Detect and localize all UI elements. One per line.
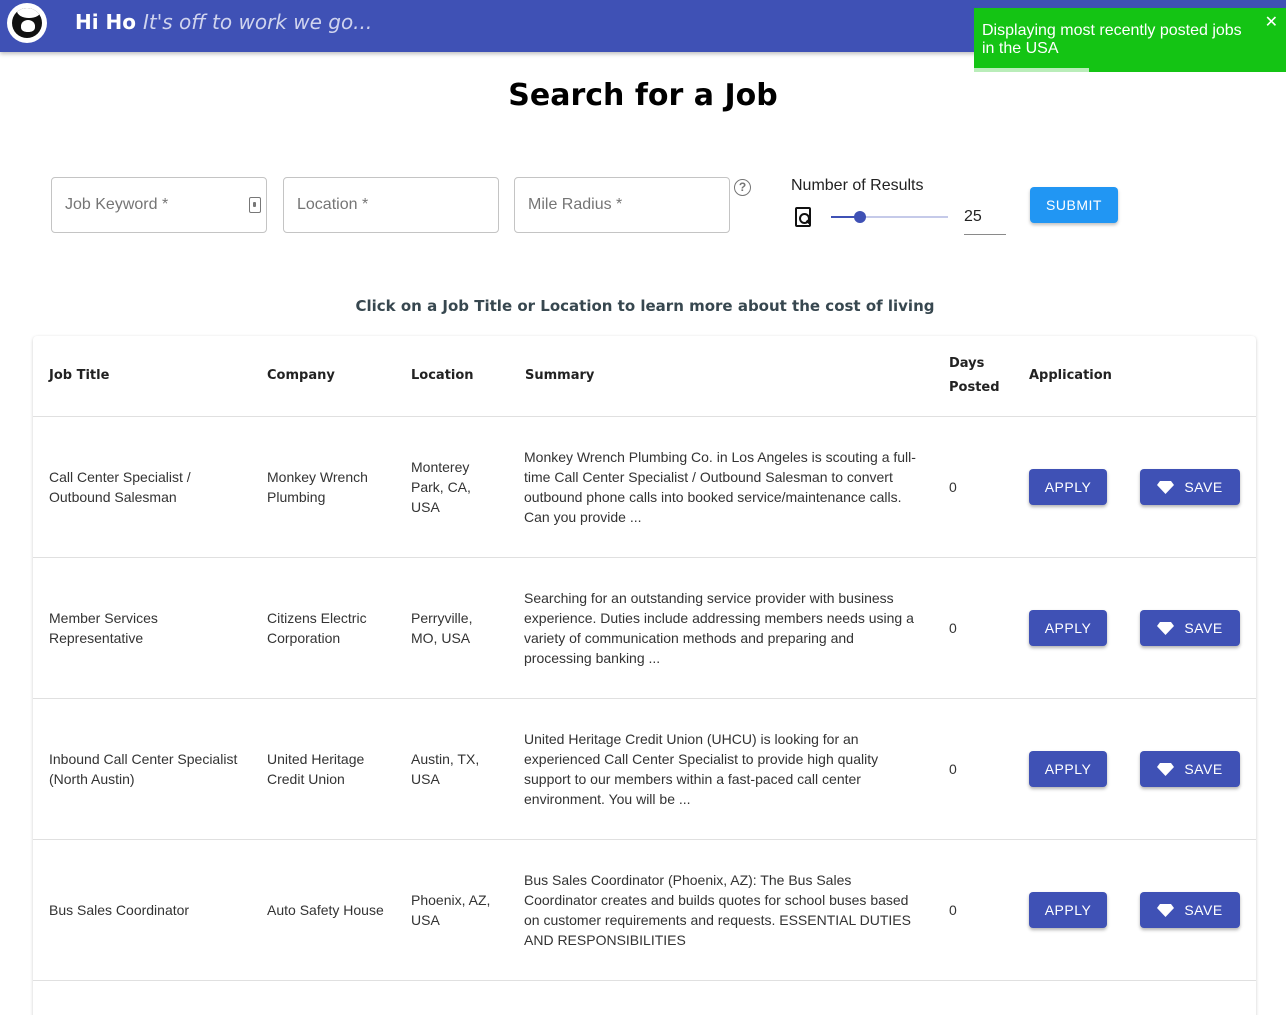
apply-button[interactable]: APPLY <box>1029 469 1107 505</box>
diamond-icon <box>1157 762 1175 776</box>
page-title: Search for a Job <box>508 78 778 113</box>
dwarf-logo-icon[interactable] <box>7 3 47 43</box>
table-row: Call Center Specialist / Outbound Salesm… <box>33 417 1256 558</box>
location-field[interactable] <box>283 177 499 233</box>
days-posted-cell: 0 <box>949 479 957 495</box>
find-in-page-icon <box>795 207 811 227</box>
mile-radius-input[interactable] <box>515 178 729 232</box>
results-slider[interactable] <box>831 211 948 223</box>
save-button[interactable]: SAVE <box>1140 610 1240 646</box>
summary-cell: United Heritage Credit Union (UHCU) is l… <box>524 731 879 807</box>
location-link[interactable]: Phoenix, AZ, USA <box>411 840 496 980</box>
company-cell: Monkey Wrench Plumbing <box>267 469 368 505</box>
days-posted-cell: 0 <box>949 620 957 636</box>
number-of-results-label: Number of Results <box>791 177 924 194</box>
job-title-link[interactable]: Bus Sales Coordinator <box>49 840 239 980</box>
contact-card-icon <box>249 197 261 213</box>
column-header-application: Application <box>1029 368 1112 383</box>
column-header-summary: Summary <box>525 368 595 383</box>
tagline: It's off to work we go... <box>143 10 373 34</box>
jobs-table: Job Title Company Location Summary Days … <box>33 336 1256 1015</box>
company-cell: Citizens Electric Corporation <box>267 610 367 646</box>
toast-message: Displaying most recently posted jobs in … <box>982 22 1242 57</box>
summary-cell: Bus Sales Coordinator (Phoenix, AZ): The… <box>524 872 911 948</box>
days-posted-cell: 0 <box>949 902 957 918</box>
toast-progress-bar <box>974 68 1090 72</box>
days-posted-cell: 0 <box>949 761 957 777</box>
company-cell: United Heritage Credit Union <box>267 751 365 787</box>
toast-notification: Displaying most recently posted jobs in … <box>974 8 1286 72</box>
company-cell: Auto Safety House <box>267 902 384 918</box>
help-icon[interactable]: ? <box>734 179 751 196</box>
apply-button[interactable]: APPLY <box>1029 751 1107 787</box>
table-row: Inbound Call Center Specialist (North Au… <box>33 699 1256 840</box>
diamond-icon <box>1157 621 1175 635</box>
apply-button[interactable]: APPLY <box>1029 892 1107 928</box>
job-keyword-input[interactable] <box>52 178 266 232</box>
save-button[interactable]: SAVE <box>1140 469 1240 505</box>
job-title-link[interactable]: Call Center Specialist / Outbound Salesm… <box>49 417 239 557</box>
job-keyword-field[interactable] <box>51 177 267 233</box>
save-button[interactable]: SAVE <box>1140 751 1240 787</box>
cost-of-living-hint: Click on a Job Title or Location to lear… <box>355 297 935 315</box>
column-header-location: Location <box>411 368 474 383</box>
table-row: Member Services Representative Citizens E… <box>33 558 1256 699</box>
brand-name[interactable]: Hi Ho <box>75 10 136 34</box>
submit-button[interactable]: SUBMIT <box>1030 187 1118 223</box>
mile-radius-field[interactable] <box>514 177 730 233</box>
results-count-field[interactable] <box>964 204 1006 235</box>
location-link[interactable]: Monterey Park, CA, USA <box>411 417 496 557</box>
apply-button[interactable]: APPLY <box>1029 610 1107 646</box>
results-count-input[interactable] <box>964 204 1006 226</box>
summary-cell: Monkey Wrench Plumbing Co. in Los Angele… <box>524 449 916 525</box>
diamond-icon <box>1157 903 1175 917</box>
save-button[interactable]: SAVE <box>1140 892 1240 928</box>
summary-cell: Searching for an outstanding service pro… <box>524 590 914 666</box>
slider-thumb[interactable] <box>854 211 867 223</box>
job-title-link[interactable]: Member Services Representative <box>49 558 239 698</box>
table-row: Bus Sales Coordinator Auto Safety House Ph… <box>33 840 1256 981</box>
column-header-job-title: Job Title <box>49 368 110 383</box>
location-link[interactable]: Austin, TX, USA <box>411 699 496 839</box>
diamond-icon <box>1157 480 1175 494</box>
column-header-days-posted: Days Posted <box>949 356 1000 395</box>
job-title-link[interactable]: Inbound Call Center Specialist (North Au… <box>49 699 239 839</box>
location-input[interactable] <box>284 178 498 232</box>
location-link[interactable]: Perryville, MO, USA <box>411 558 496 698</box>
close-icon[interactable]: ✕ <box>1265 14 1278 32</box>
column-header-company: Company <box>267 368 335 383</box>
